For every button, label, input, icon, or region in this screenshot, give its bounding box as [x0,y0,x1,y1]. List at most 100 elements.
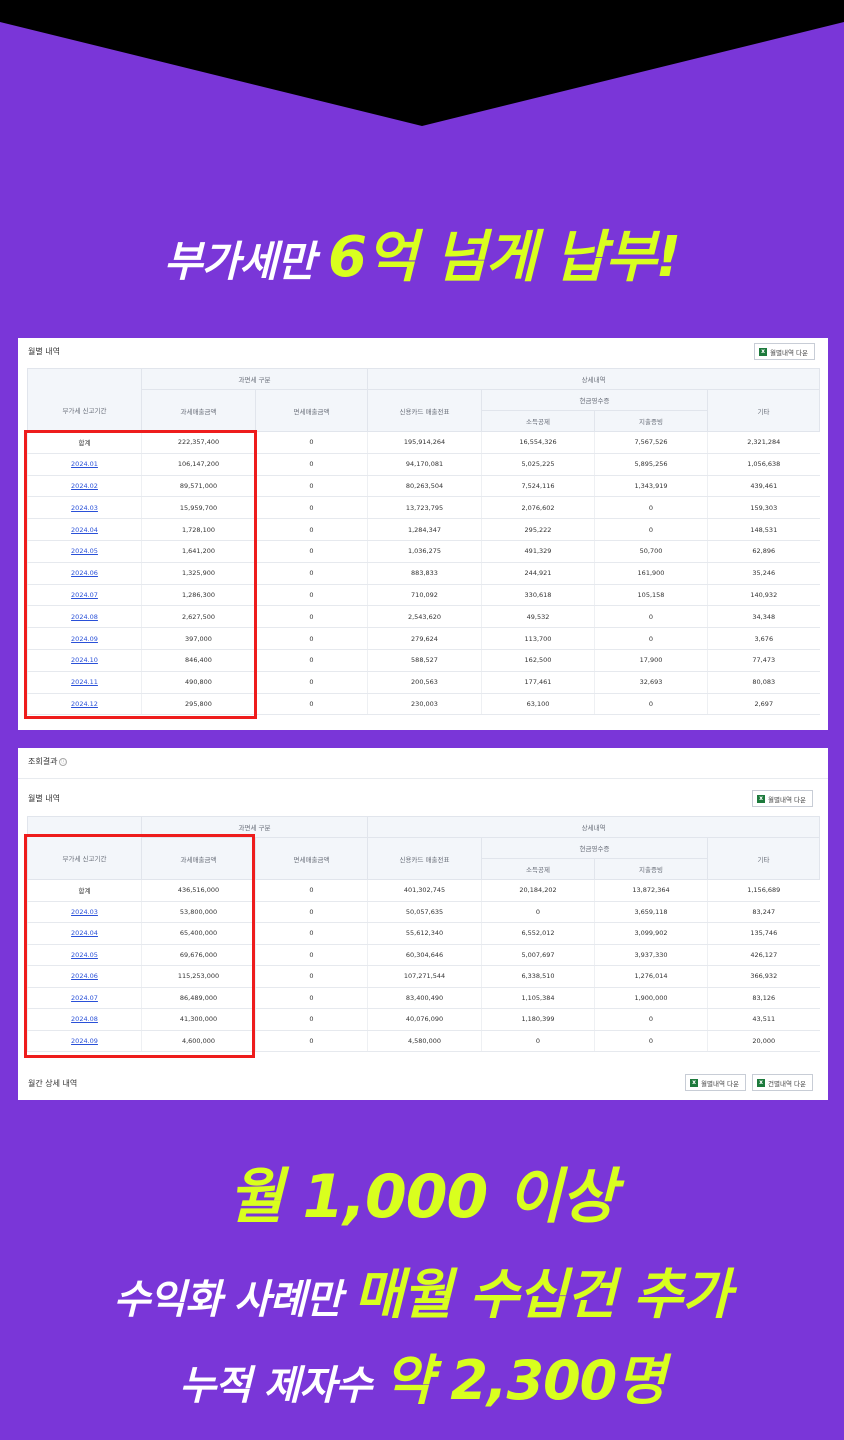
table-cell: 3,659,118 [594,901,708,923]
table-cell: 7,524,116 [481,475,595,498]
table-cell: 1,276,014 [594,965,708,988]
table-cell: 50,057,635 [367,901,482,923]
period-link[interactable]: 2024.03 [27,901,142,923]
period-link[interactable]: 2024.09 [27,627,142,650]
period-link[interactable]: 2024.04 [27,922,142,945]
table-cell: 230,003 [367,693,482,716]
period-link[interactable]: 2024.07 [27,584,142,607]
header-period: 부가세 신고기간 [27,837,142,880]
period-link[interactable]: 2024.05 [27,540,142,563]
table-cell: 0 [594,1030,708,1052]
table-cell: 0 [594,518,708,541]
table-cell: 0 [255,627,368,650]
header-group2: 상세내역 [366,816,821,838]
period-link[interactable]: 2024.10 [27,649,142,672]
bottom-line-1: 월 1,000 이상 [228,1162,616,1232]
table-cell: 41,300,000 [141,1008,256,1031]
table-cell: 1,286,300 [141,584,256,607]
table-cell: 295,222 [481,518,595,541]
monthly-download-button[interactable]: x 월별내역 다운 [754,343,815,360]
period-link[interactable]: 2024.01 [27,453,142,476]
table-cell: 4,580,000 [367,1030,482,1052]
info-icon[interactable]: ⓘ [59,757,68,766]
table-cell: 846,400 [141,649,256,672]
excel-icon: x [757,794,765,803]
table-cell: 20,000 [706,1030,820,1052]
table-cell: 89,571,000 [141,475,256,498]
excel-icon: x [759,347,767,356]
table-cell: 366,932 [706,965,820,988]
period-link[interactable]: 2024.03 [27,496,142,520]
header-other: 기타 [706,837,821,880]
table-cell: 3,676 [706,627,820,650]
footer-monthly-download-button[interactable]: x 월별내역 다운 [685,1074,746,1091]
table-cell: 0 [594,1008,708,1031]
header-exempt: 면세매출금액 [255,389,368,432]
footer-title: 월간 상세 내역 [28,1079,78,1088]
table-row: 2024.12 295,800 0 230,003 63,100 0 2,697 [27,693,820,716]
table-row: 2024.05 69,676,000 0 60,304,646 5,007,697 3,9… [27,944,820,966]
table-cell: 0 [594,693,708,716]
period-link[interactable]: 2024.05 [27,944,142,966]
table-cell: 1,156,689 [706,879,820,902]
table-cell: 1,036,275 [367,540,482,563]
monthly-download-button[interactable]: x 월별내역 다운 [752,790,813,807]
table-row: 2024.08 2,627,500 0 2,543,620 49,532 0 34,348 [27,605,820,629]
period-link[interactable]: 2024.06 [27,965,142,988]
table-cell: 1,343,919 [594,475,708,498]
table-cell: 65,400,000 [141,922,256,945]
table-cell: 83,126 [706,987,820,1009]
table-cell: 94,170,081 [367,453,482,476]
period-link[interactable]: 2024.08 [27,1008,142,1031]
table-cell: 0 [255,496,368,520]
table-row: 합계 222,357,400 0 195,914,264 16,554,326 7,567… [27,431,820,454]
period-link[interactable]: 2024.08 [27,605,142,629]
table-cell: 177,461 [481,671,595,694]
table-cell: 426,127 [706,944,820,966]
table-cell: 0 [481,1030,595,1052]
table-cell: 436,516,000 [141,879,256,902]
bottom-line-3: 누적 제자수 약 2,300명 [179,1349,666,1412]
period-link[interactable]: 2024.09 [27,1030,142,1052]
header-exempt: 면세매출금액 [255,837,368,880]
monthly-panel-search-result: 조회결과 ⓘ 월별 내역 x 월별내역 다운 과면세 구분 상세내역 부가세 신고기… [18,748,828,1100]
table-cell: 1,325,900 [141,562,256,585]
table-row: 2024.03 15,959,700 0 13,723,795 2,076,602 0 15… [27,496,820,520]
table-cell: 244,921 [481,562,595,585]
table-cell: 15,959,700 [141,496,256,520]
table-cell: 60,304,646 [367,944,482,966]
header-cash: 현금영수증 [481,389,708,411]
period-link[interactable]: 2024.02 [27,475,142,498]
table-cell: 0 [255,987,368,1009]
period-link[interactable]: 2024.11 [27,671,142,694]
divider [18,778,828,779]
table-row: 2024.04 65,400,000 0 55,612,340 6,552,012 3,0… [27,922,820,945]
monthly-table: 과면세 구분 상세내역 부가세 신고기간 과세매출금액 면세매출금액 신용카드 … [27,816,821,1052]
table-cell: 491,329 [481,540,595,563]
bottom-line-2: 수익화 사례만 매월 수십건 추가 [113,1263,731,1326]
table-cell: 162,500 [481,649,595,672]
headline: 부가세만 6억 넘게 납부! [0,212,844,293]
period-link[interactable]: 2024.12 [27,693,142,716]
header-taxable: 과세매출금액 [141,837,256,880]
period-link[interactable]: 2024.06 [27,562,142,585]
table-cell: 5,007,697 [481,944,595,966]
table-cell: 0 [255,1008,368,1031]
table-cell: 200,563 [367,671,482,694]
table-row: 2024.09 4,600,000 0 4,580,000 0 0 20,000 [27,1030,820,1052]
period-link[interactable]: 2024.07 [27,987,142,1009]
excel-icon: x [690,1078,698,1087]
table-cell: 83,400,490 [367,987,482,1009]
period-link[interactable]: 2024.04 [27,518,142,541]
table-cell: 195,914,264 [367,431,482,454]
header-other: 기타 [706,389,821,432]
table-row: 2024.03 53,800,000 0 50,057,635 0 3,659,118 83… [27,901,820,923]
table-cell: 0 [255,649,368,672]
table-cell: 0 [255,879,368,902]
table-cell: 0 [255,901,368,923]
footer-itemized-download-button[interactable]: x 건별내역 다운 [752,1074,813,1091]
header-deduct: 소득공제 [481,410,595,432]
table-cell: 86,489,000 [141,987,256,1009]
table-cell: 5,025,225 [481,453,595,476]
header-group1: 과면세 구분 [141,368,368,390]
